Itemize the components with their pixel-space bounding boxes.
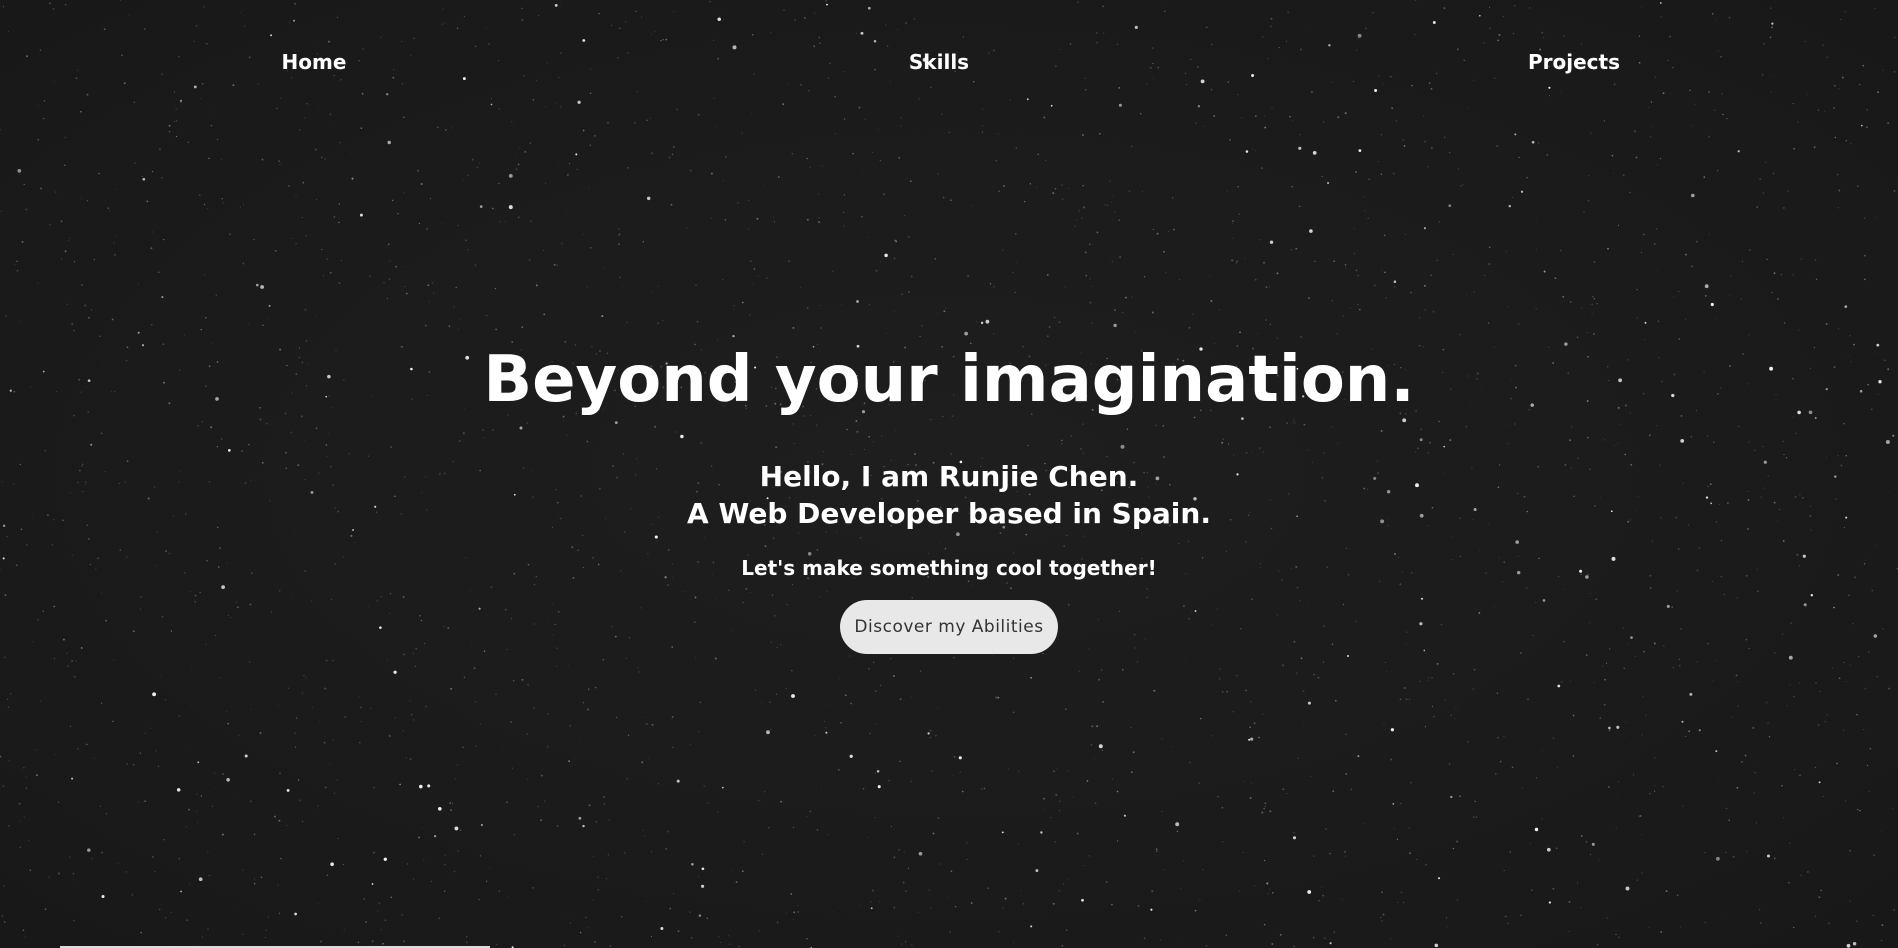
hero-subtitle: Hello, I am Runjie Chen. A Web Developer… bbox=[0, 458, 1898, 532]
nav-projects-link[interactable]: Projects bbox=[1528, 50, 1620, 74]
discover-abilities-button[interactable]: Discover my Abilities bbox=[840, 600, 1058, 654]
hero-subtitle-line-2: A Web Developer based in Spain. bbox=[687, 497, 1211, 530]
nav-skills-link[interactable]: Skills bbox=[909, 50, 969, 74]
page: Home Skills Projects Beyond your imagina… bbox=[0, 0, 1898, 948]
hero-section: Beyond your imagination. Hello, I am Run… bbox=[0, 340, 1898, 654]
top-nav: Home Skills Projects bbox=[0, 50, 1898, 80]
hero-title: Beyond your imagination. bbox=[483, 343, 1415, 417]
hero-tagline: Let's make something cool together! bbox=[741, 556, 1157, 580]
nav-home-link[interactable]: Home bbox=[282, 50, 347, 74]
hero-subtitle-line-1: Hello, I am Runjie Chen. bbox=[759, 460, 1139, 493]
